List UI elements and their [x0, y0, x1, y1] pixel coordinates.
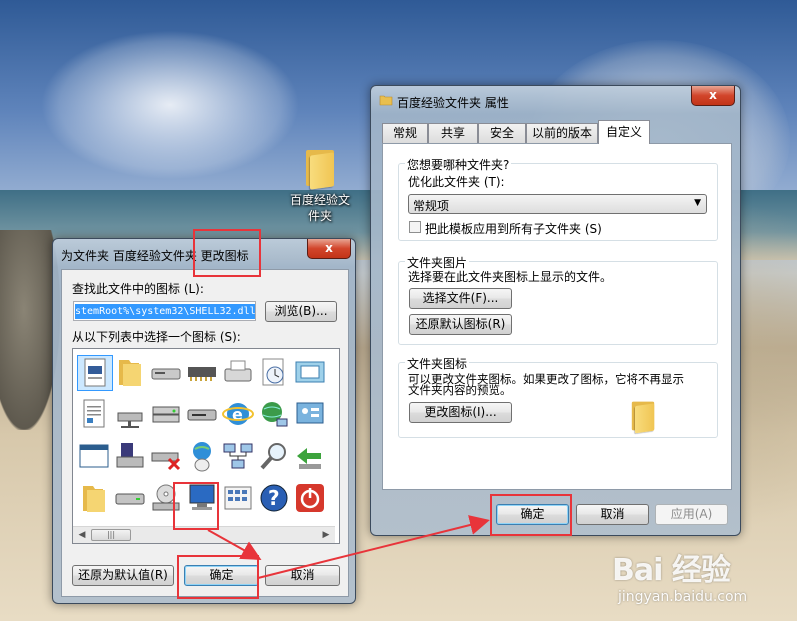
desktop-folder-label: 百度经验文件夹 — [289, 193, 350, 223]
internet-explorer-icon[interactable]: e — [221, 397, 257, 433]
highlight-title-change-icon — [193, 229, 261, 277]
tab-sharing[interactable]: 共享 — [428, 123, 478, 143]
button-label: 选择文件(F)... — [422, 291, 499, 305]
properties-apply-button[interactable]: 应用(A) — [655, 504, 728, 525]
choose-file-button[interactable]: 选择文件(F)... — [409, 288, 512, 309]
change-icon-client: 查找此文件中的图标 (L): stemRoot%\system32\SHELL3… — [61, 269, 349, 597]
search-file-label: 查找此文件中的图标 (L): — [72, 282, 204, 296]
network-computers-icon[interactable] — [221, 439, 257, 475]
desktop-folder-shortcut[interactable]: 百度经验文件夹 — [285, 148, 355, 224]
search-magnifier-icon[interactable] — [257, 439, 293, 475]
folder-preview-icon — [630, 400, 656, 434]
optimize-dropdown[interactable]: 常规项 ▼ — [408, 194, 707, 214]
button-label: 应用(A) — [670, 507, 713, 521]
floppy-icon[interactable] — [113, 439, 149, 475]
network-globe-icon[interactable] — [257, 397, 293, 433]
properties-title: 百度经验文件夹 属性 — [397, 96, 509, 110]
restore-defaults-button[interactable]: 还原为默认值(R) — [72, 565, 174, 586]
window-icon[interactable] — [77, 439, 113, 475]
close-button[interactable]: x — [691, 86, 735, 106]
printer-icon[interactable] — [221, 355, 257, 391]
change-icon-cancel-button[interactable]: 取消 — [265, 565, 340, 586]
folder-icon[interactable] — [113, 355, 149, 391]
properties-cancel-button[interactable]: 取消 — [576, 504, 649, 525]
folder-properties-window: 百度经验文件夹 属性 x 常规 共享 安全 以前的版本 自定义 您想要哪种文件夹… — [370, 85, 741, 536]
highlight-properties-ok-button — [490, 494, 572, 536]
customize-tab-panel: 您想要哪种文件夹? 优化此文件夹 (T): 常规项 ▼ 把此模板应用到所有子文件… — [382, 143, 732, 490]
document-icon[interactable] — [77, 355, 113, 391]
restore-default-icon-button[interactable]: 还原默认图标(R) — [409, 314, 512, 335]
properties-titlebar[interactable]: 百度经验文件夹 属性 x — [371, 86, 740, 116]
scroll-right-icon[interactable]: ▶ — [319, 529, 333, 541]
apply-subfolders-label: 把此模板应用到所有子文件夹 (S) — [425, 222, 602, 236]
tab-label: 共享 — [440, 126, 465, 140]
shutdown-icon[interactable] — [293, 481, 329, 517]
button-label: 还原为默认值(R) — [78, 568, 168, 582]
disk-drive-icon[interactable] — [185, 397, 221, 433]
close-icon: x — [709, 88, 717, 102]
button-label: 取消 — [290, 568, 315, 582]
wallpaper-rock — [0, 230, 60, 430]
change-icon-button[interactable]: 更改图标(I)... — [409, 402, 512, 423]
watermark-url: jingyan.baidu.com — [618, 589, 748, 605]
tab-security[interactable]: 安全 — [478, 123, 526, 143]
hard-drive-icon[interactable] — [113, 481, 149, 517]
clock-icon[interactable] — [257, 355, 293, 391]
tab-label: 常规 — [392, 126, 417, 140]
close-button[interactable]: x — [307, 239, 351, 259]
tab-label: 自定义 — [605, 125, 642, 139]
path-value: stemRoot%\system32\SHELL32.dll — [75, 304, 256, 319]
group-title: 文件夹图标 — [405, 355, 470, 372]
icon-file-path-input[interactable]: stemRoot%\system32\SHELL32.dll — [73, 301, 256, 321]
calculator-icon[interactable] — [221, 481, 257, 517]
tab-previous-versions[interactable]: 以前的版本 — [526, 123, 598, 143]
highlight-ok-button — [177, 555, 259, 599]
apply-subfolders-checkbox[interactable] — [409, 221, 421, 233]
mouse-globe-icon[interactable] — [185, 439, 221, 475]
button-label: 更改图标(I)... — [424, 405, 497, 419]
icon-list-label: 从以下列表中选择一个图标 (S): — [72, 330, 241, 344]
tab-label: 以前的版本 — [531, 126, 592, 140]
chevron-down-icon: ▼ — [694, 198, 701, 208]
folder-icon-desc-line2: 文件夹内容的预览。 — [408, 383, 512, 397]
help-icon[interactable]: ? — [257, 481, 293, 517]
optimize-value: 常规项 — [413, 199, 450, 213]
close-icon: x — [325, 241, 333, 255]
monitor-window-icon[interactable] — [293, 355, 329, 391]
tab-customize[interactable]: 自定义 — [598, 120, 650, 144]
folder-icon — [304, 148, 336, 190]
folder-icon[interactable] — [77, 481, 113, 517]
server-icon[interactable] — [149, 397, 185, 433]
highlight-selected-icon — [173, 482, 219, 530]
button-label: 还原默认图标(R) — [415, 317, 506, 331]
text-document-icon[interactable] — [77, 397, 113, 433]
browse-button[interactable]: 浏览(B)... — [265, 301, 337, 322]
tab-general[interactable]: 常规 — [382, 123, 428, 143]
change-icon-window: 为文件夹 百度经验文件夹 更改图标 x 查找此文件中的图标 (L): stemR… — [52, 238, 356, 604]
scroll-left-icon[interactable]: ◀ — [75, 529, 89, 541]
network-drive-icon[interactable] — [113, 397, 149, 433]
folder-icon — [379, 93, 393, 107]
button-label: 浏览(B)... — [274, 304, 328, 318]
group-title: 您想要哪种文件夹? — [405, 156, 512, 173]
watermark-brand: Bai 经验 — [612, 553, 731, 588]
network-drive-error-icon[interactable] — [149, 439, 185, 475]
scroll-thumb[interactable]: ||| — [91, 529, 131, 541]
button-label: 取消 — [600, 507, 625, 521]
wallpaper-cloud — [40, 30, 300, 180]
memory-chip-icon[interactable] — [185, 355, 221, 391]
svg-text:?: ? — [268, 486, 280, 510]
drive-icon[interactable] — [149, 355, 185, 391]
baidu-watermark: Bai 经验 jingyan.baidu.com — [612, 545, 792, 615]
green-arrow-icon[interactable] — [293, 439, 329, 475]
optimize-label: 优化此文件夹 (T): — [408, 175, 505, 189]
control-panel-icon[interactable] — [293, 397, 329, 433]
folder-picture-desc: 选择要在此文件夹图标上显示的文件。 — [408, 270, 613, 284]
tab-label: 安全 — [489, 126, 514, 140]
